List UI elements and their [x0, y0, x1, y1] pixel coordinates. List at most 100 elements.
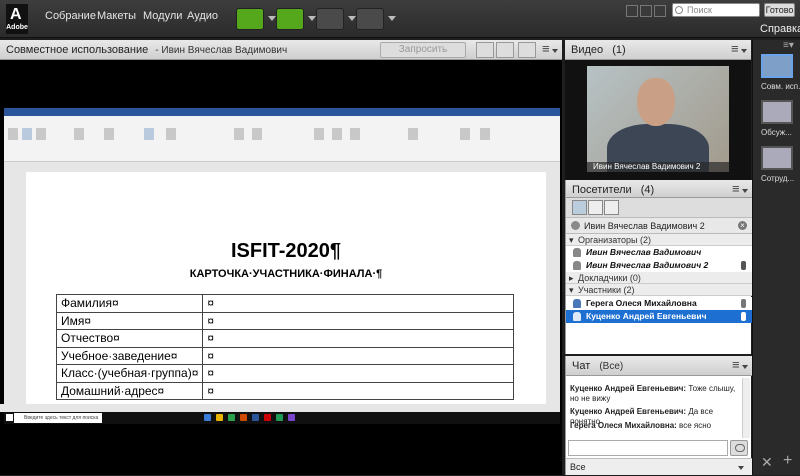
ribbon-icon [144, 128, 154, 140]
speaker-button[interactable] [236, 8, 264, 30]
speaker-dropdown-icon[interactable] [268, 16, 276, 21]
chevron-down-icon [738, 466, 744, 470]
add-layout-icon[interactable]: + [783, 452, 792, 470]
ribbon-icon [22, 128, 32, 140]
close-icon[interactable] [654, 5, 666, 17]
camera-dropdown-icon[interactable] [348, 16, 356, 21]
attendees-pod: Посетители (4) Ивин Вячеслав Вадимович 2… [565, 180, 752, 354]
view-full-icon[interactable] [496, 42, 514, 58]
taskbar-app-icon[interactable] [252, 414, 259, 421]
layout-label: Совм. исп. [761, 82, 800, 91]
menu-pods[interactable]: Модули [143, 10, 182, 22]
table-cell-value: ¤ [202, 329, 514, 348]
video-pod-title: Видео (1) [571, 44, 626, 56]
minimize-icon[interactable] [626, 5, 638, 17]
taskbar-app-icon[interactable] [228, 414, 235, 421]
attendees-pod-menu-icon[interactable] [732, 181, 748, 196]
table-cell-label: Класс·(учебная·группа)¤ [55, 364, 204, 383]
chat-scrollbar[interactable] [742, 378, 750, 438]
request-control-button[interactable]: Запросить контроль [380, 42, 466, 69]
taskbar-app-icon[interactable] [216, 414, 223, 421]
table-cell-value: ¤ [202, 311, 514, 330]
ribbon-icon [166, 128, 176, 140]
help-menu[interactable]: Справка [760, 23, 800, 35]
document-title: ISFIT-2020¶ [230, 240, 342, 262]
taskbar-app-icon[interactable] [276, 414, 283, 421]
table-cell-value: ¤ [202, 364, 514, 383]
document-page[interactable]: ISFIT-2020¶ КАРТОЧКА·УЧАСТНИКА·ФИНАЛА·¶ … [26, 172, 546, 404]
windows-start-icon[interactable] [6, 414, 13, 421]
table-cell-label: Имя¤ [55, 311, 204, 330]
tools-icon[interactable]: ✕ [761, 454, 773, 471]
menu-layouts[interactable]: Макеты [97, 10, 136, 22]
chat-input[interactable] [568, 440, 728, 456]
ribbon-icon [74, 128, 84, 140]
status-view-icon[interactable] [604, 200, 619, 215]
layout-thumb-collaboration[interactable] [761, 146, 793, 170]
share-pod-title: Совместное использование - Ивин Вячеслав… [6, 44, 288, 56]
layout-label: Обсуж... [761, 128, 792, 137]
webcam-feed[interactable]: Ивин Вячеслав Вадимович 2 [587, 66, 729, 172]
view-fit-icon[interactable] [476, 42, 494, 58]
attendee-row[interactable]: Герега Олеся Михайловна [566, 297, 752, 310]
layouts-bar: ≡▾ Совм. исп. Обсуж... Сотруд... ✕ + [752, 40, 800, 475]
ribbon-icon [350, 128, 360, 140]
attendees-toolbar [566, 198, 752, 218]
fullscreen-icon[interactable] [518, 42, 536, 58]
section-participants[interactable]: Участники (2) [566, 284, 752, 296]
clear-icon[interactable]: × [738, 221, 747, 230]
ribbon-icon [8, 128, 18, 140]
chat-pod-menu-icon[interactable] [732, 357, 748, 372]
table-cell-label: Домашний·адрес¤ [55, 381, 204, 400]
attendee-self-row[interactable]: Ивин Вячеслав Вадимович 2 × [566, 218, 752, 234]
video-pod-header: Видео (1) [565, 40, 751, 60]
send-message-button[interactable] [730, 440, 748, 456]
presenter-name: - Ивин Вячеслав Вадимович [155, 45, 288, 56]
chat-recipient-select[interactable]: Все [566, 458, 752, 475]
list-view-icon[interactable] [572, 200, 587, 215]
microphone-dropdown-icon[interactable] [308, 16, 316, 21]
ribbon-icon [234, 128, 244, 140]
user-icon [571, 221, 580, 230]
menu-meeting[interactable]: Собрание [45, 10, 96, 22]
attendee-row-selected[interactable]: Куценко Андрей Евгеньевич [566, 310, 752, 323]
ready-button[interactable]: Готово [764, 3, 795, 17]
webcam-name-overlay: Ивин Вячеслав Вадимович 2 [587, 162, 729, 172]
self-name: Ивин Вячеслав Вадимович 2 [584, 221, 705, 231]
menu-audio[interactable]: Аудио [187, 10, 218, 22]
video-pod: Видео (1) Ивин Вячеслав Вадимович 2 [565, 40, 751, 180]
taskbar-app-icon[interactable] [204, 414, 211, 421]
attendees-pod-title: Посетители (4) [572, 184, 655, 196]
search-input[interactable]: Поиск [672, 3, 760, 17]
raise-hand-button[interactable] [356, 8, 384, 30]
video-pod-menu-icon[interactable] [731, 41, 747, 56]
ribbon-icon [460, 128, 470, 140]
host-icon [573, 261, 581, 270]
word-status-bar [0, 404, 560, 412]
status-dropdown-icon[interactable] [388, 16, 396, 21]
table-cell-value: ¤ [202, 294, 514, 313]
word-ribbon [4, 124, 560, 162]
taskbar-app-icon[interactable] [288, 414, 295, 421]
section-organizers[interactable]: Организаторы (2) [566, 234, 752, 246]
microphone-button[interactable] [276, 8, 304, 30]
section-presenters[interactable]: Докладчики (0) [566, 272, 752, 284]
layouts-menu-icon[interactable]: ≡▾ [783, 40, 794, 51]
attendee-row[interactable]: Ивин Вячеслав Вадимович [566, 246, 752, 259]
participant-card-table: Фамилия¤ ¤ Имя¤ ¤ Отчество¤ ¤ Учебное·завед… [55, 294, 514, 400]
word-ribbon-tabs [4, 116, 560, 124]
maximize-icon[interactable] [640, 5, 652, 17]
breakout-view-icon[interactable] [588, 200, 603, 215]
share-pod-menu-icon[interactable] [542, 41, 558, 56]
table-cell-value: ¤ [202, 346, 514, 365]
chat-message: Герега Олеся Михайловна: все ясно [570, 421, 712, 430]
windows-taskbar: Введите здесь текст для поиска [4, 412, 560, 424]
layout-thumb-share[interactable] [761, 54, 793, 78]
taskbar-search-input[interactable]: Введите здесь текст для поиска [14, 413, 102, 423]
attendee-row[interactable]: Ивин Вячеслав Вадимович 2 [566, 259, 752, 272]
taskbar-app-icon[interactable] [240, 414, 247, 421]
ribbon-icon [408, 128, 418, 140]
layout-thumb-discussion[interactable] [761, 100, 793, 124]
camera-button[interactable] [316, 8, 344, 30]
taskbar-app-icon[interactable] [264, 414, 271, 421]
